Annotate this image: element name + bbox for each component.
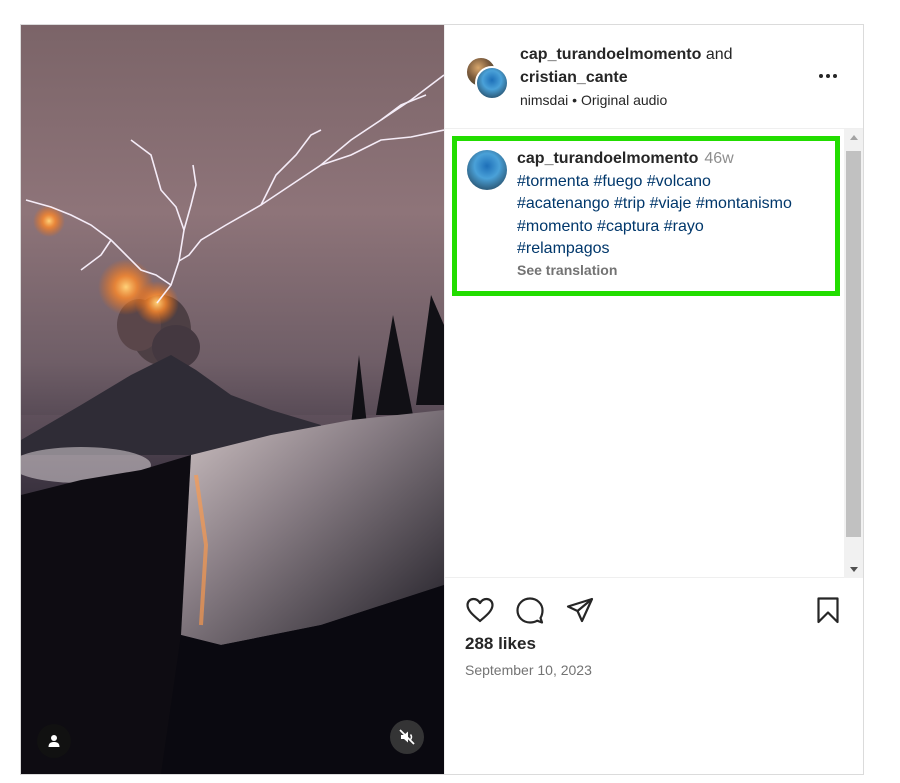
more-options-icon <box>819 74 837 78</box>
hashtag-link[interactable]: #relampagos <box>517 240 610 257</box>
caption-text: cap_turandoelmomento 46w #tormenta #fuego… <box>517 148 832 279</box>
collab-connector: and <box>705 46 733 63</box>
comments-scrollbar[interactable] <box>844 129 863 578</box>
post-details-panel: cap_turandoelmomento and cristian_cante … <box>444 25 863 774</box>
hashtag-link[interactable]: #fuego <box>594 173 643 190</box>
save-button[interactable] <box>813 595 843 625</box>
audio-label-link[interactable]: Original audio <box>581 92 667 108</box>
share-icon <box>566 597 594 623</box>
avatar[interactable] <box>467 150 507 190</box>
author-username[interactable]: cap_turandoelmomento <box>520 46 701 63</box>
hashtag-link[interactable]: #montanismo <box>696 195 792 212</box>
comment-button[interactable] <box>515 595 545 625</box>
audio-info: nimsdai • Original audio <box>520 90 790 110</box>
post-header: cap_turandoelmomento and cristian_cante … <box>445 25 863 129</box>
avatar <box>475 66 509 100</box>
collab-avatars[interactable] <box>465 56 509 100</box>
hashtag-link[interactable]: #captura <box>597 218 659 235</box>
separator-dot: • <box>572 92 578 108</box>
post-card: cap_turandoelmomento and cristian_cante … <box>20 24 864 775</box>
hashtag-line: #tormenta #fuego #volcano <box>517 171 832 194</box>
hashtag-line: #acatenango #trip #viaje #montanismo <box>517 193 832 216</box>
caption-highlight-box: cap_turandoelmomento 46w #tormenta #fuego… <box>452 136 840 296</box>
hashtag-link[interactable]: #momento <box>517 218 593 235</box>
post-author-info: cap_turandoelmomento and cristian_cante … <box>520 43 790 110</box>
see-translation-link[interactable]: See translation <box>517 261 832 279</box>
triangle-up-icon <box>849 135 858 140</box>
collab-username[interactable]: cristian_cante <box>520 69 628 86</box>
post-date[interactable]: September 10, 2023 <box>465 662 592 678</box>
triangle-down-icon <box>849 567 858 572</box>
heart-icon <box>466 597 494 623</box>
user-tag-icon <box>48 735 60 747</box>
scroll-down-button[interactable] <box>844 561 863 578</box>
more-options-button[interactable] <box>817 65 839 87</box>
audio-owner-link[interactable]: nimsdai <box>520 92 568 108</box>
comment-icon <box>516 597 544 624</box>
post-media[interactable] <box>21 25 444 774</box>
scroll-thumb[interactable] <box>846 151 861 537</box>
hashtag-link[interactable]: #rayo <box>664 218 704 235</box>
hashtag-link[interactable]: #tormenta <box>517 173 589 190</box>
mute-toggle-button[interactable] <box>390 720 424 754</box>
bookmark-icon <box>817 597 839 624</box>
muted-speaker-icon <box>399 729 415 745</box>
like-count[interactable]: 288 likes <box>465 634 536 654</box>
share-button[interactable] <box>565 595 595 625</box>
caption-timestamp[interactable]: 46w <box>704 150 733 167</box>
scroll-up-button[interactable] <box>844 129 863 146</box>
volcano-lightning-image <box>21 74 444 774</box>
action-bar <box>445 578 863 638</box>
caption-username[interactable]: cap_turandoelmomento <box>517 150 698 167</box>
comments-section[interactable]: cap_turandoelmomento 46w #tormenta #fuego… <box>445 129 863 578</box>
hashtag-link[interactable]: #viaje <box>650 195 692 212</box>
hashtag-link[interactable]: #trip <box>614 195 645 212</box>
user-tag-button[interactable] <box>37 724 71 758</box>
hashtag-link[interactable]: #acatenango <box>517 195 610 212</box>
like-button[interactable] <box>465 595 495 625</box>
hashtag-link[interactable]: #volcano <box>647 173 711 190</box>
hashtag-line: #relampagos <box>517 238 832 261</box>
hashtag-line: #momento #captura #rayo <box>517 216 832 239</box>
